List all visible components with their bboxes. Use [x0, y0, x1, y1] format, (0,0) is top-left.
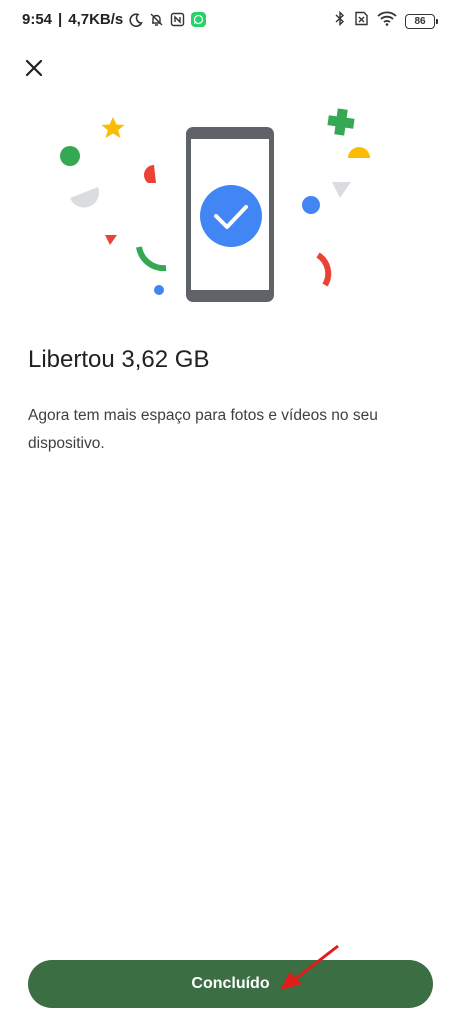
- confetti-blue-circle: [302, 196, 320, 214]
- status-bar: 9:54 | 4,7KB/s 86: [0, 0, 461, 44]
- status-speed: 4,7KB/s: [68, 11, 124, 28]
- confetti-red-slice: [144, 165, 156, 183]
- confetti-green-circle: [60, 146, 80, 166]
- confetti-gray-triangle: [332, 182, 351, 198]
- bluetooth-icon: [335, 10, 345, 31]
- battery-level: 86: [414, 15, 426, 27]
- page-title: Libertou 3,62 GB: [28, 346, 210, 373]
- status-separator: |: [58, 11, 63, 28]
- moon-icon: [129, 12, 144, 27]
- close-icon: [24, 58, 44, 83]
- whatsapp-icon: [191, 12, 207, 27]
- confetti-red-arc: [316, 252, 332, 287]
- status-time: 9:54: [22, 11, 53, 28]
- done-button-label: Concluído: [191, 975, 270, 992]
- confetti-green-arc: [136, 246, 167, 272]
- sim-off-icon: [353, 11, 369, 31]
- confetti-star: [101, 117, 125, 138]
- confetti-green-plus: [327, 108, 355, 136]
- battery-icon: 86: [405, 13, 438, 29]
- status-right: 86: [335, 10, 438, 31]
- confetti-red-triangle: [105, 235, 117, 245]
- bell-off-icon: [149, 12, 164, 27]
- done-button[interactable]: Concluído: [28, 960, 433, 1008]
- confetti-yellow-semicircle: [348, 147, 370, 158]
- nfc-icon: [170, 12, 185, 27]
- page-description: Agora tem mais espaço para fotos e vídeo…: [28, 407, 378, 452]
- confetti-blue-dot: [154, 285, 164, 295]
- screen: 9:54 | 4,7KB/s 86 Libertou 3,62 GB Agora…: [0, 0, 461, 1024]
- close-button[interactable]: [18, 54, 50, 86]
- check-circle: [200, 185, 262, 247]
- success-illustration: [0, 95, 461, 315]
- status-left: 9:54 | 4,7KB/s: [22, 11, 207, 28]
- confetti-gray-semicircle: [70, 187, 100, 208]
- wifi-icon: [377, 11, 397, 31]
